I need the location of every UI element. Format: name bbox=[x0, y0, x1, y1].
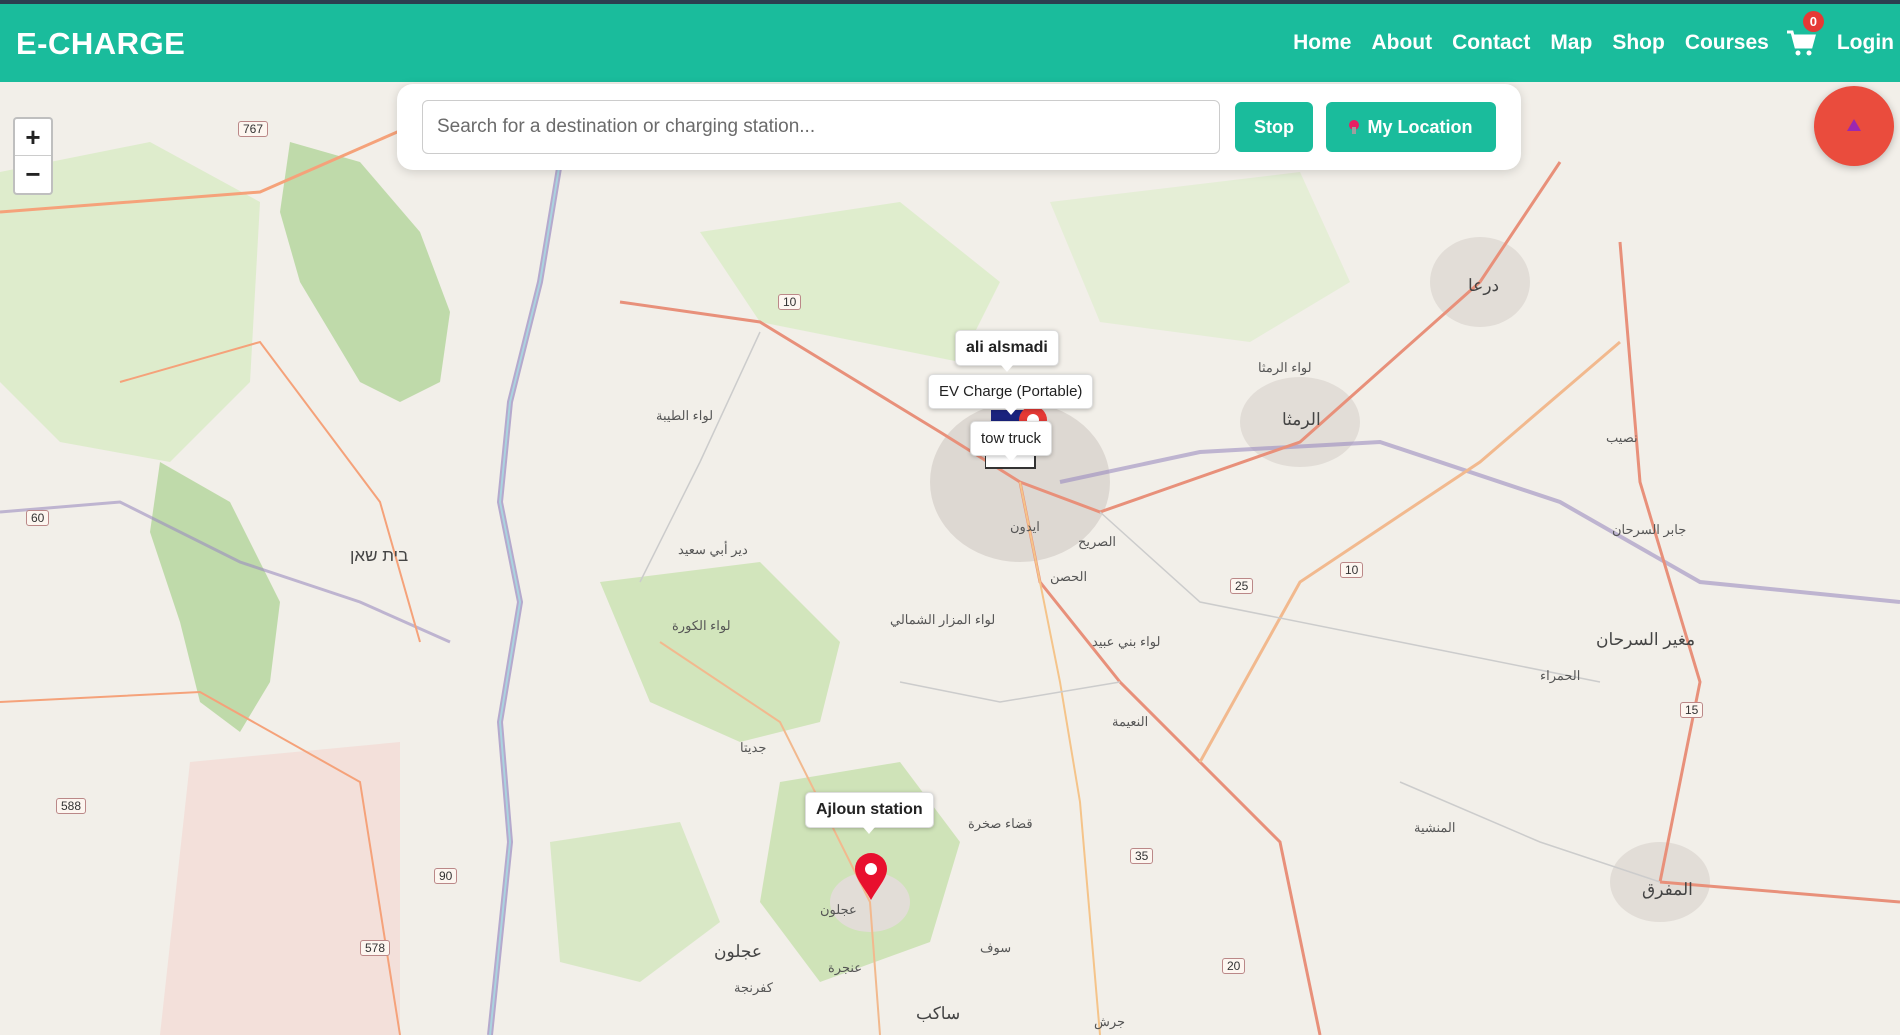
road-number: 90 bbox=[434, 868, 458, 884]
road-number: 10 bbox=[1340, 562, 1364, 578]
road-number: 578 bbox=[360, 940, 391, 956]
my-location-button[interactable]: My Location bbox=[1326, 102, 1496, 152]
nav-courses[interactable]: Courses bbox=[1685, 31, 1769, 55]
place-label: قضاء صخرة bbox=[968, 816, 1033, 831]
road-number: 35 bbox=[1130, 848, 1154, 864]
road-number: 60 bbox=[26, 510, 50, 526]
pin-icon bbox=[1349, 120, 1360, 134]
nav-login[interactable]: Login bbox=[1837, 31, 1894, 55]
nav-map[interactable]: Map bbox=[1550, 31, 1592, 55]
nav-links: Home About Contact Map Shop Courses 0 Lo… bbox=[1283, 4, 1900, 82]
place-label: درعا bbox=[1468, 276, 1500, 295]
place-label: نصيب bbox=[1606, 430, 1638, 445]
stop-button[interactable]: Stop bbox=[1235, 102, 1313, 152]
place-label: المفرق bbox=[1642, 880, 1693, 899]
search-panel: Stop My Location bbox=[397, 84, 1521, 170]
place-label: لواء الطيبة bbox=[656, 408, 714, 423]
place-label: الصريح bbox=[1078, 534, 1117, 549]
place-label: عنجرة bbox=[828, 960, 863, 975]
cart-button[interactable]: 0 bbox=[1785, 11, 1824, 59]
place-label: الحصن bbox=[1050, 569, 1088, 584]
place-label: لواء الكورة bbox=[672, 618, 731, 633]
marker-tooltip-ev-charge[interactable]: EV Charge (Portable) bbox=[928, 374, 1094, 415]
road-number: 25 bbox=[1230, 578, 1254, 594]
place-label: جديتا bbox=[740, 740, 767, 755]
map-tiles bbox=[0, 82, 1900, 1035]
place-label: مغير السرحان bbox=[1596, 630, 1696, 649]
marker-tooltip-ali[interactable]: ali alsmadi bbox=[955, 330, 1059, 372]
place-label: لواء المزار الشمالي bbox=[890, 612, 996, 627]
my-location-label: My Location bbox=[1367, 116, 1473, 137]
nav-about[interactable]: About bbox=[1371, 31, 1432, 55]
place-label: בית שאן bbox=[350, 546, 409, 565]
place-label: ايدون bbox=[1010, 519, 1040, 534]
road-number: 20 bbox=[1222, 958, 1246, 974]
road-number: 588 bbox=[56, 798, 87, 814]
place-label: دير أبي سعيد bbox=[678, 542, 748, 557]
road-number: 767 bbox=[238, 121, 269, 137]
location-pin-icon[interactable] bbox=[853, 852, 889, 902]
place-label: جابر السرحان bbox=[1612, 522, 1687, 537]
navbar: E-CHARGE Home About Contact Map Shop Cou… bbox=[0, 4, 1900, 82]
search-input[interactable] bbox=[422, 100, 1220, 154]
marker-tooltip-ajloun[interactable]: Ajloun station bbox=[805, 792, 934, 834]
place-label: جرش bbox=[1094, 1014, 1126, 1029]
place-label: كفرنجة bbox=[734, 980, 773, 995]
nav-shop[interactable]: Shop bbox=[1612, 31, 1665, 55]
place-label: المنشية bbox=[1414, 820, 1456, 835]
place-label: سوف bbox=[980, 940, 1012, 955]
place-label: لواء بني عبيد bbox=[1092, 634, 1161, 649]
place-label: عجلون bbox=[714, 942, 763, 961]
map-canvas[interactable]: 767 10 60 588 90 578 10 25 35 20 15 الرم… bbox=[0, 82, 1900, 1035]
nav-home[interactable]: Home bbox=[1293, 31, 1351, 55]
floating-action-button[interactable] bbox=[1814, 86, 1894, 166]
road-number: 15 bbox=[1680, 702, 1704, 718]
zoom-control: + − bbox=[13, 117, 53, 195]
place-label: الرمثا bbox=[1282, 410, 1321, 429]
zoom-out-button[interactable]: − bbox=[15, 156, 51, 193]
nav-contact[interactable]: Contact bbox=[1452, 31, 1530, 55]
marker-tooltip-tow-truck[interactable]: tow truck bbox=[970, 421, 1053, 462]
place-label: ساكب bbox=[916, 1004, 961, 1023]
road-number: 10 bbox=[778, 294, 802, 310]
place-label: عجلون bbox=[820, 902, 857, 917]
brand-logo[interactable]: E-CHARGE bbox=[16, 26, 185, 62]
zoom-in-button[interactable]: + bbox=[15, 119, 51, 156]
place-label: الحمراء bbox=[1540, 668, 1581, 683]
cart-count-badge: 0 bbox=[1802, 11, 1824, 32]
place-label: لواء الرمثا bbox=[1258, 360, 1312, 375]
place-label: النعيمة bbox=[1112, 714, 1149, 729]
